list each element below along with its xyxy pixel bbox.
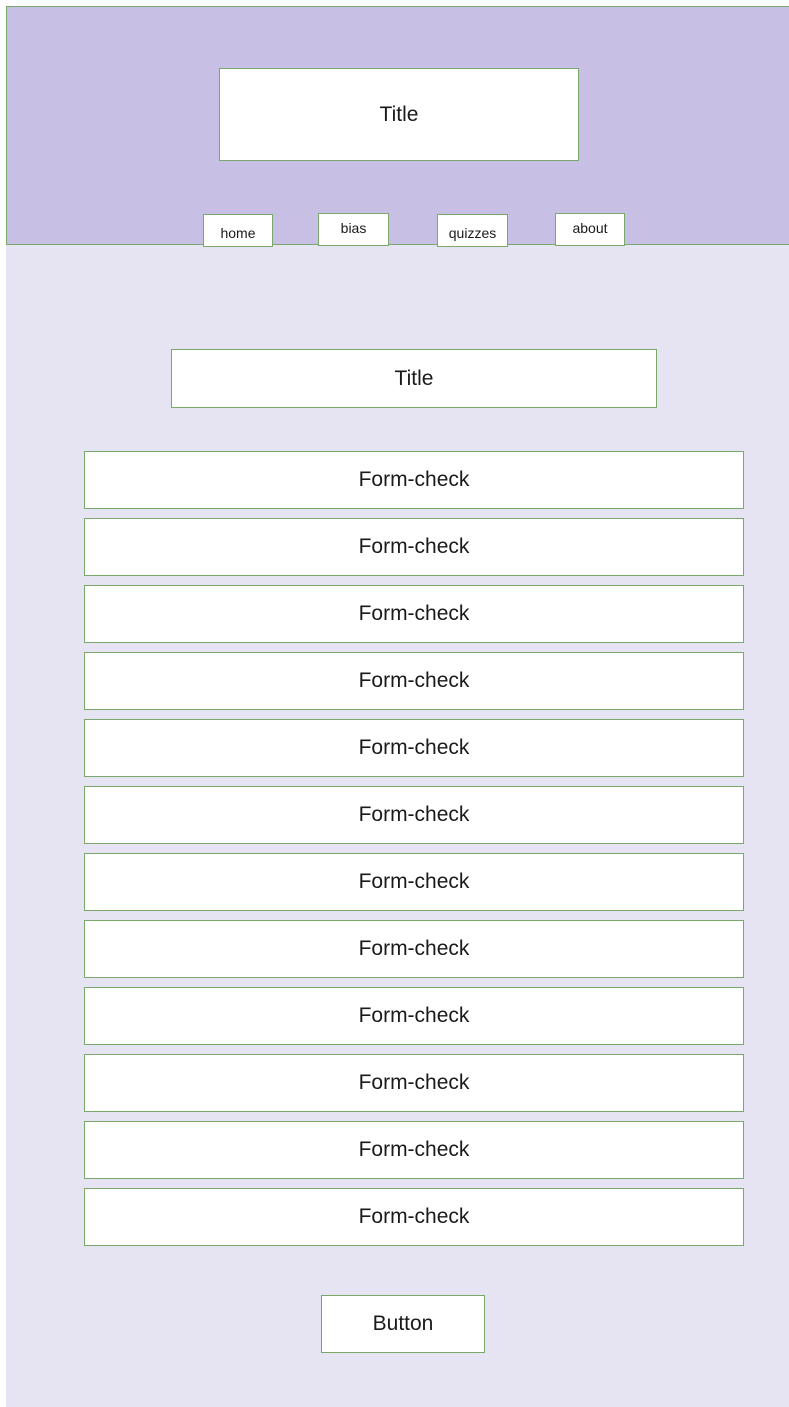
form-check-list: Form-check Form-check Form-check Form-ch…	[84, 451, 744, 1255]
form-check[interactable]: Form-check	[84, 518, 744, 576]
nav-item-bias[interactable]: bias	[318, 213, 389, 246]
form-check[interactable]: Form-check	[84, 652, 744, 710]
form-check[interactable]: Form-check	[84, 451, 744, 509]
form-check[interactable]: Form-check	[84, 920, 744, 978]
form-check[interactable]: Form-check	[84, 1188, 744, 1246]
form-check[interactable]: Form-check	[84, 719, 744, 777]
form-check[interactable]: Form-check	[84, 853, 744, 911]
nav-item-quizzes[interactable]: quizzes	[437, 214, 508, 247]
header: Title home bias quizzes about	[6, 6, 789, 247]
form-check[interactable]: Form-check	[84, 1121, 744, 1179]
form-check[interactable]: Form-check	[84, 1054, 744, 1112]
header-title: Title	[219, 68, 579, 161]
form-check[interactable]: Form-check	[84, 987, 744, 1045]
main-title: Title	[171, 349, 657, 408]
nav-item-about[interactable]: about	[555, 213, 625, 246]
page: Title home bias quizzes about Title Form…	[6, 6, 789, 1407]
form-check[interactable]: Form-check	[84, 786, 744, 844]
form-check[interactable]: Form-check	[84, 585, 744, 643]
submit-button[interactable]: Button	[321, 1295, 485, 1353]
nav-item-home[interactable]: home	[203, 214, 273, 247]
